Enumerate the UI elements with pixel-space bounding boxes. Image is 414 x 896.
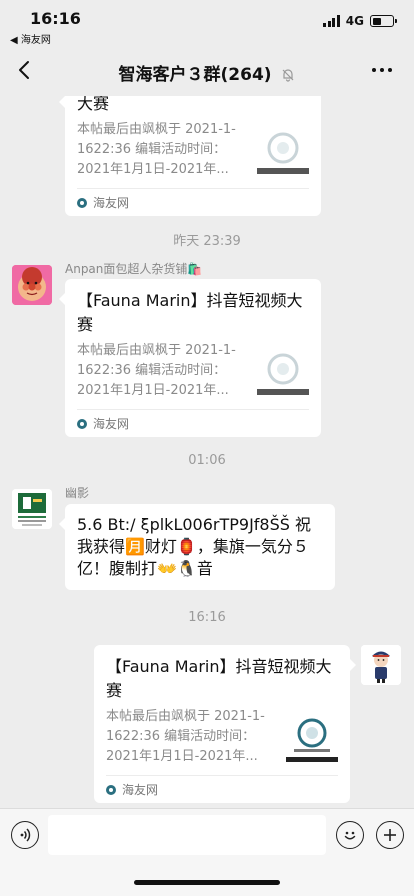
- plus-button[interactable]: [376, 821, 404, 849]
- page-title: 智海客户３群(264): [0, 60, 414, 85]
- voice-icon: [20, 828, 31, 842]
- card-description: 本帖最后由飒枫于 2021-1-1622:36 编辑活动时间：2021年1月1日…: [77, 343, 236, 398]
- link-card[interactable]: 【Fauna Marin】抖音短视频大赛 本帖最后由飒枫于 2021-1-162…: [59, 279, 321, 437]
- bell-mute-icon: [283, 69, 294, 82]
- status-bar: 16:16 ◀ 海友网 4G: [0, 0, 414, 46]
- network-type: 4G: [345, 14, 364, 28]
- card-source: 海友网: [93, 417, 130, 431]
- card-thumbnail: [257, 347, 309, 401]
- link-card[interactable]: 【Fauna Marin】抖音短视频大赛 本帖最后由飒枫于 2021-1-162…: [94, 645, 356, 803]
- timestamp: 昨天 23:39: [173, 234, 241, 249]
- chat-area[interactable]: 大赛 本帖最后由飒枫于 2021-1-1622:36 编辑活动时间：2021年1…: [0, 96, 414, 808]
- sender-name: Anpan面包超人杂货铺🛍️: [65, 262, 203, 276]
- voice-button[interactable]: [11, 821, 39, 849]
- timestamp: 01:06: [188, 453, 226, 468]
- avatar[interactable]: [12, 265, 52, 305]
- status-indicators: 4G: [323, 14, 397, 28]
- card-thumbnail: [257, 126, 309, 180]
- home-indicator[interactable]: [134, 880, 280, 885]
- emoji-button[interactable]: [336, 821, 364, 849]
- avatar[interactable]: [12, 489, 52, 529]
- text-message-bubble[interactable]: 5.6 Bt:/ ξplkL006rTP9Jf8ŠŠ 祝我获得🈷️财灯🏮，集旗一…: [59, 504, 335, 590]
- card-title: 【Fauna Marin】抖音短视频大赛: [77, 291, 303, 334]
- signal-icon: [323, 15, 340, 27]
- chat-title: 智海客户３群(264): [118, 65, 272, 85]
- card-source: 海友网: [93, 196, 130, 210]
- card-footer: 海友网: [77, 409, 309, 437]
- plus-icon: [384, 829, 396, 841]
- status-time: 16:16: [30, 9, 81, 28]
- card-title: 【Fauna Marin】抖音短视频大赛: [106, 657, 332, 700]
- card-description: 本帖最后由飒枫于 2021-1-1622:36 编辑活动时间：2021年1月1日…: [106, 709, 265, 764]
- card-footer: 海友网: [77, 188, 309, 216]
- card-source: 海友网: [122, 783, 159, 797]
- card-footer: 海友网: [106, 775, 338, 803]
- haiyou-logo-icon: [106, 784, 116, 795]
- emoji-icon: [344, 831, 356, 840]
- sender-name: 幽影: [65, 486, 90, 500]
- nav-bar: 智海客户３群(264): [0, 44, 414, 96]
- link-card[interactable]: 大赛 本帖最后由飒枫于 2021-1-1622:36 编辑活动时间：2021年1…: [59, 96, 321, 216]
- more-button[interactable]: [372, 60, 396, 80]
- card-description: 本帖最后由飒枫于 2021-1-1622:36 编辑活动时间：2021年1月1日…: [77, 122, 236, 177]
- card-title: 大赛: [77, 96, 110, 113]
- card-thumbnail: [286, 713, 338, 767]
- message-input[interactable]: [48, 815, 326, 855]
- battery-icon: [370, 15, 397, 27]
- haiyou-logo-icon: [77, 418, 87, 429]
- more-dots-icon: [372, 68, 376, 72]
- avatar[interactable]: [361, 645, 401, 685]
- timestamp: 16:16: [188, 610, 226, 625]
- haiyou-logo-icon: [77, 197, 87, 208]
